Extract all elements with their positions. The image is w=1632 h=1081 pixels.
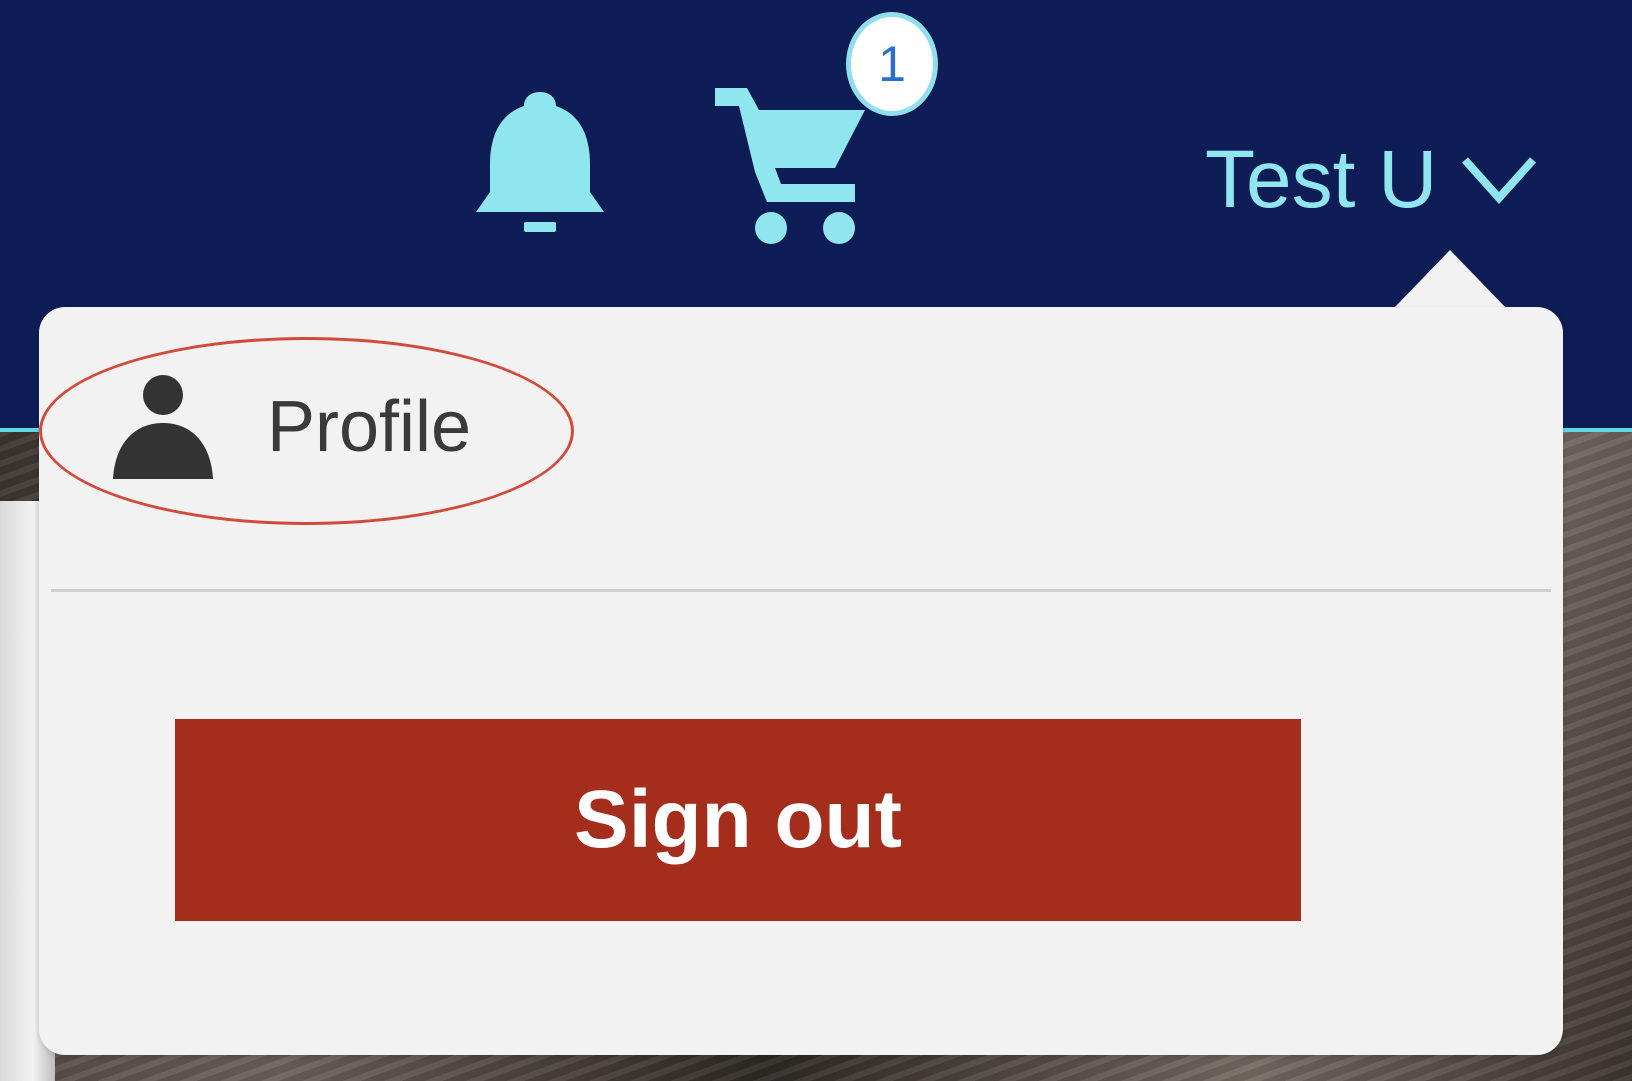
dropdown-caret <box>1392 250 1508 310</box>
shopping-cart-icon[interactable] <box>715 76 885 251</box>
user-name: Test U <box>1205 134 1438 225</box>
profile-menu-item[interactable]: Profile <box>109 375 529 479</box>
sign-out-button[interactable]: Sign out <box>175 719 1301 921</box>
user-dropdown-menu: Profile Sign out <box>39 307 1563 1055</box>
person-icon <box>113 375 213 479</box>
profile-label: Profile <box>267 387 472 467</box>
bell-icon[interactable] <box>470 84 610 244</box>
user-menu-button[interactable]: Test U <box>1205 130 1539 230</box>
menu-divider <box>51 589 1551 592</box>
cart-count-badge: 1 <box>846 12 938 116</box>
chevron-down-icon <box>1462 157 1537 204</box>
